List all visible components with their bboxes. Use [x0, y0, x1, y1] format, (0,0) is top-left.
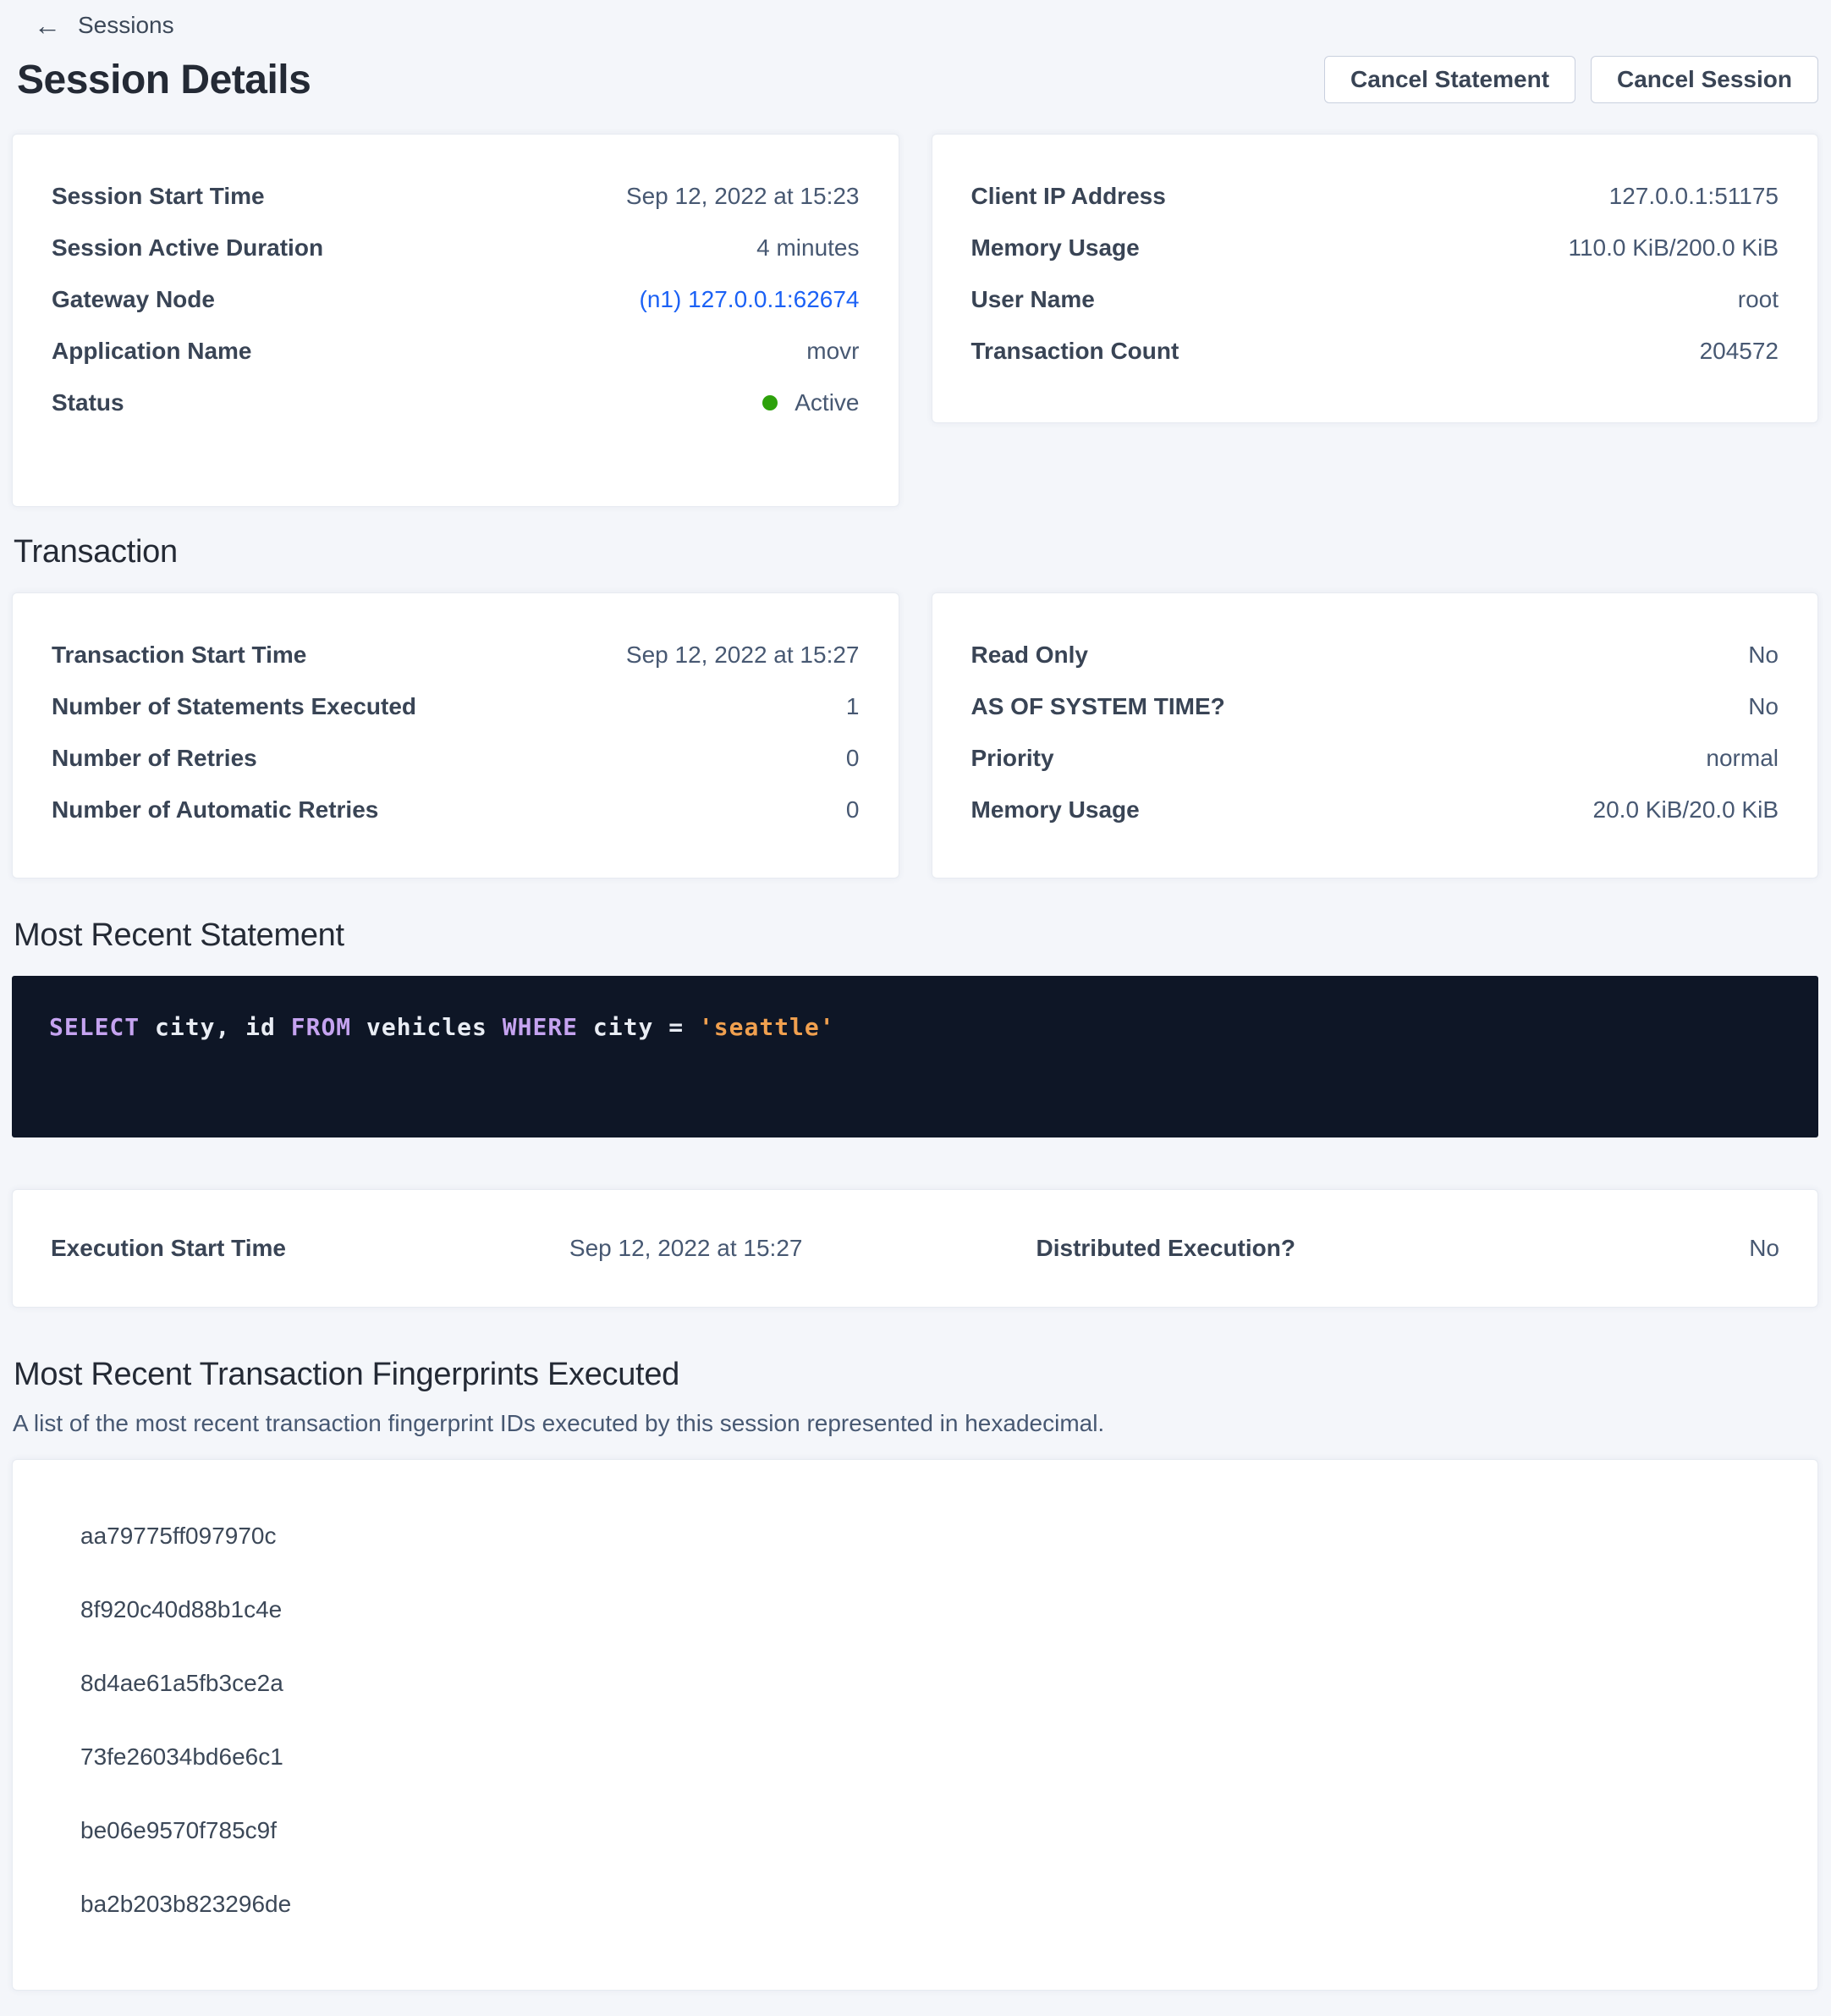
priority-label: Priority — [971, 745, 1054, 772]
read-only-label: Read Only — [971, 642, 1088, 669]
breadcrumb[interactable]: ← Sessions — [34, 8, 1818, 42]
retries-value: 0 — [846, 745, 860, 772]
session-start-time-value: Sep 12, 2022 at 15:23 — [626, 183, 860, 210]
fingerprints-description: A list of the most recent transaction fi… — [13, 1410, 1818, 1437]
statements-executed-row: Number of Statements Executed 1 — [52, 680, 860, 732]
transaction-start-time-value: Sep 12, 2022 at 15:27 — [626, 642, 860, 669]
client-ip-label: Client IP Address — [971, 183, 1166, 210]
automatic-retries-value: 0 — [846, 796, 860, 823]
transaction-properties-card: Read Only No AS OF SYSTEM TIME? No Prior… — [932, 592, 1819, 879]
transaction-memory-usage-label: Memory Usage — [971, 796, 1140, 823]
page-title: Session Details — [17, 57, 311, 103]
session-start-time-label: Session Start Time — [52, 183, 265, 210]
distributed-execution-value: No — [1503, 1235, 1779, 1262]
session-active-duration-row: Session Active Duration 4 minutes — [52, 222, 860, 273]
sql-string-literal: 'seattle' — [699, 1013, 835, 1041]
user-name-label: User Name — [971, 286, 1095, 313]
sql-keyword: FROM — [291, 1013, 351, 1041]
user-name-value: root — [1738, 286, 1779, 313]
session-active-duration-value: 4 minutes — [756, 234, 859, 262]
application-name-label: Application Name — [52, 338, 251, 365]
fingerprint-item: 73fe26034bd6e6c1 — [80, 1720, 1750, 1793]
cancel-statement-button[interactable]: Cancel Statement — [1324, 56, 1575, 103]
transaction-start-time-row: Transaction Start Time Sep 12, 2022 at 1… — [52, 629, 860, 680]
sql-text: vehicles — [351, 1013, 503, 1041]
statements-executed-label: Number of Statements Executed — [52, 693, 416, 720]
read-only-row: Read Only No — [971, 629, 1779, 680]
automatic-retries-label: Number of Automatic Retries — [52, 796, 378, 823]
statement-section-title: Most Recent Statement — [14, 917, 1818, 954]
session-summary-card: Session Start Time Sep 12, 2022 at 15:23… — [12, 134, 899, 507]
statements-executed-value: 1 — [846, 693, 860, 720]
automatic-retries-row: Number of Automatic Retries 0 — [52, 784, 860, 835]
breadcrumb-sessions-link[interactable]: Sessions — [78, 12, 174, 39]
execution-start-time-value: Sep 12, 2022 at 15:27 — [569, 1235, 1036, 1262]
session-memory-usage-label: Memory Usage — [971, 234, 1140, 262]
fingerprint-item: be06e9570f785c9f — [80, 1793, 1750, 1867]
transaction-start-time-label: Transaction Start Time — [52, 642, 306, 669]
summary-cards-row: Session Start Time Sep 12, 2022 at 15:23… — [12, 134, 1818, 507]
session-details-page: ← Sessions Session Details Cancel Statem… — [0, 0, 1831, 1991]
session-active-duration-label: Session Active Duration — [52, 234, 323, 262]
as-of-system-time-value: No — [1748, 693, 1779, 720]
status-value: Active — [795, 389, 859, 416]
distributed-execution-label: Distributed Execution? — [1036, 1235, 1504, 1262]
transaction-count-value: 204572 — [1700, 338, 1779, 365]
fingerprint-item: 8f920c40d88b1c4e — [80, 1573, 1750, 1646]
status-label: Status — [52, 389, 124, 416]
as-of-system-time-label: AS OF SYSTEM TIME? — [971, 693, 1225, 720]
session-memory-usage-value: 110.0 KiB/200.0 KiB — [1568, 234, 1779, 262]
sql-text: city = — [578, 1013, 699, 1041]
header-actions: Cancel Statement Cancel Session — [1324, 56, 1818, 103]
sql-statement-code: SELECT city, id FROM vehicles WHERE city… — [49, 1013, 835, 1041]
client-ip-row: Client IP Address 127.0.0.1:51175 — [971, 170, 1779, 222]
transaction-count-row: Transaction Count 204572 — [971, 325, 1779, 377]
as-of-system-time-row: AS OF SYSTEM TIME? No — [971, 680, 1779, 732]
gateway-node-link[interactable]: (n1) 127.0.0.1:62674 — [640, 286, 860, 313]
gateway-node-label: Gateway Node — [52, 286, 215, 313]
transaction-memory-usage-value: 20.0 KiB/20.0 KiB — [1593, 796, 1779, 823]
fingerprint-item: aa79775ff097970c — [80, 1499, 1750, 1573]
read-only-value: No — [1748, 642, 1779, 669]
transaction-cards-row: Transaction Start Time Sep 12, 2022 at 1… — [12, 592, 1818, 879]
fingerprints-section-title: Most Recent Transaction Fingerprints Exe… — [14, 1357, 1818, 1393]
sql-keyword: SELECT — [49, 1013, 140, 1041]
user-name-row: User Name root — [971, 273, 1779, 325]
retries-row: Number of Retries 0 — [52, 732, 860, 784]
fingerprints-card: aa79775ff097970c 8f920c40d88b1c4e 8d4ae6… — [12, 1459, 1818, 1991]
session-memory-usage-row: Memory Usage 110.0 KiB/200.0 KiB — [971, 222, 1779, 273]
execution-start-time-label: Execution Start Time — [51, 1235, 569, 1262]
fingerprint-item: 8d4ae61a5fb3ce2a — [80, 1646, 1750, 1720]
priority-value: normal — [1706, 745, 1779, 772]
transaction-details-card: Transaction Start Time Sep 12, 2022 at 1… — [12, 592, 899, 879]
sql-text: city, id — [140, 1013, 291, 1041]
transaction-section-title: Transaction — [14, 534, 1818, 570]
application-name-value: movr — [806, 338, 859, 365]
application-name-row: Application Name movr — [52, 325, 860, 377]
status-active-dot-icon — [762, 395, 778, 410]
transaction-count-label: Transaction Count — [971, 338, 1179, 365]
status-row: Status Active — [52, 377, 860, 428]
client-ip-value: 127.0.0.1:51175 — [1609, 183, 1779, 210]
priority-row: Priority normal — [971, 732, 1779, 784]
page-header: Session Details Cancel Statement Cancel … — [12, 56, 1818, 103]
fingerprint-item: ba2b203b823296de — [80, 1867, 1750, 1941]
transaction-memory-usage-row: Memory Usage 20.0 KiB/20.0 KiB — [971, 784, 1779, 835]
cancel-session-button[interactable]: Cancel Session — [1591, 56, 1818, 103]
sql-keyword: WHERE — [503, 1013, 578, 1041]
status-badge: Active — [762, 389, 859, 416]
sql-statement-box: SELECT city, id FROM vehicles WHERE city… — [12, 976, 1818, 1137]
session-start-time-row: Session Start Time Sep 12, 2022 at 15:23 — [52, 170, 860, 222]
client-summary-card: Client IP Address 127.0.0.1:51175 Memory… — [932, 134, 1819, 423]
gateway-node-row: Gateway Node (n1) 127.0.0.1:62674 — [52, 273, 860, 325]
back-arrow-icon[interactable]: ← — [34, 12, 61, 39]
retries-label: Number of Retries — [52, 745, 257, 772]
execution-card: Execution Start Time Sep 12, 2022 at 15:… — [12, 1189, 1818, 1308]
